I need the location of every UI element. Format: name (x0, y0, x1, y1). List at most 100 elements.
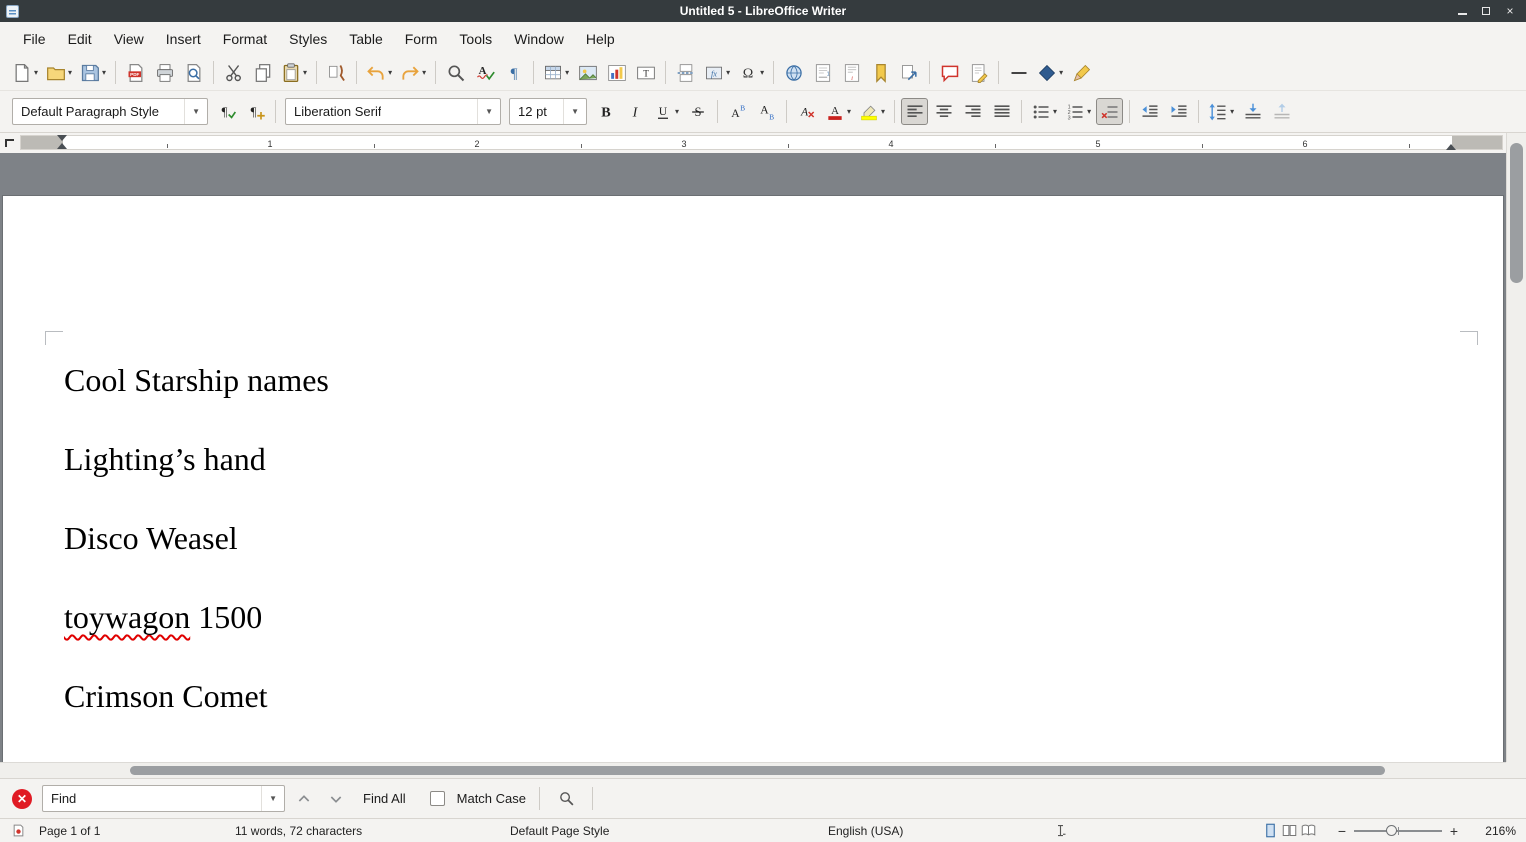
paragraph[interactable]: Disco Weasel (64, 519, 1443, 557)
insert-endnote-button[interactable] (838, 59, 865, 86)
cut-button[interactable] (220, 59, 247, 86)
superscript-button[interactable] (724, 98, 751, 125)
copy-button[interactable] (249, 59, 276, 86)
menu-view[interactable]: View (103, 26, 155, 52)
strikethrough-button[interactable] (684, 98, 711, 125)
menu-tools[interactable]: Tools (448, 26, 503, 52)
track-changes-button[interactable] (965, 59, 992, 86)
bold-button[interactable] (592, 98, 619, 125)
insert-chart-button[interactable] (603, 59, 630, 86)
find-and-replace-button[interactable] (442, 59, 469, 86)
insert-special-character-button[interactable]: ▾ (735, 59, 767, 86)
dropdown-arrow-icon[interactable]: ▼ (184, 99, 207, 124)
page-style-status[interactable]: Default Page Style (510, 824, 828, 838)
restore-button[interactable] (1479, 4, 1493, 18)
indent-marker-left[interactable] (57, 135, 67, 149)
menu-window[interactable]: Window (503, 26, 575, 52)
align-left-button[interactable] (901, 98, 928, 125)
find-next-button[interactable] (323, 786, 349, 812)
dropdown-arrow-icon[interactable]: ▾ (34, 68, 38, 77)
dropdown-arrow-icon[interactable]: ▼ (477, 99, 500, 124)
update-style-button[interactable] (213, 98, 240, 125)
paragraph[interactable]: Crimson Comet (64, 677, 1443, 715)
word-count-status[interactable]: 11 words, 72 characters (235, 824, 510, 838)
match-case-checkbox[interactable] (430, 791, 445, 806)
spelling-button[interactable] (471, 59, 498, 86)
dropdown-arrow-icon[interactable]: ▾ (102, 68, 106, 77)
paste-button[interactable]: ▾ (278, 59, 310, 86)
line-spacing-button[interactable]: ▾ (1205, 98, 1237, 125)
font-size-combobox[interactable]: 12 pt▼ (509, 98, 587, 125)
vertical-scrollbar-thumb[interactable] (1510, 143, 1523, 283)
document-area[interactable]: Cool Starship names Lighting’s hand Disco … (0, 153, 1506, 762)
zoom-in-button[interactable]: + (1446, 823, 1462, 839)
insert-page-break-button[interactable] (672, 59, 699, 86)
paragraph[interactable]: toywagon 1500 (64, 598, 1443, 636)
insert-horizontal-line-button[interactable] (1005, 59, 1032, 86)
paragraph[interactable]: Cool Starship names (64, 361, 1443, 399)
dropdown-arrow-icon[interactable]: ▾ (422, 68, 426, 77)
dropdown-arrow-icon[interactable]: ▾ (68, 68, 72, 77)
menu-table[interactable]: Table (338, 26, 393, 52)
close-find-bar-button[interactable]: ✕ (12, 789, 32, 809)
show-draw-functions-button[interactable] (1068, 59, 1095, 86)
vertical-scrollbar[interactable] (1506, 133, 1526, 762)
horizontal-scrollbar[interactable] (0, 762, 1506, 778)
increase-paragraph-spacing-button[interactable] (1239, 98, 1266, 125)
clone-formatting-button[interactable] (323, 59, 350, 86)
new-document-button[interactable]: ▾ (9, 59, 41, 86)
dropdown-arrow-icon[interactable]: ▾ (388, 68, 392, 77)
menu-styles[interactable]: Styles (278, 26, 338, 52)
titlebar[interactable]: Untitled 5 - LibreOffice Writer × (0, 0, 1526, 22)
page-number-status[interactable]: Page 1 of 1 (39, 824, 235, 838)
dropdown-arrow-icon[interactable]: ▾ (760, 68, 764, 77)
insert-footnote-button[interactable] (809, 59, 836, 86)
unordered-list-button[interactable]: ▾ (1028, 98, 1060, 125)
open-file-button[interactable]: ▾ (43, 59, 75, 86)
find-input[interactable] (43, 791, 261, 806)
increase-indent-button[interactable] (1165, 98, 1192, 125)
dropdown-arrow-icon[interactable]: ▾ (1059, 68, 1063, 77)
paragraph-style-combobox[interactable]: Default Paragraph Style▼ (12, 98, 208, 125)
horizontal-scrollbar-thumb[interactable] (130, 766, 1385, 775)
dropdown-arrow-icon[interactable]: ▾ (1230, 107, 1234, 116)
dropdown-arrow-icon[interactable]: ▾ (675, 107, 679, 116)
horizontal-ruler[interactable]: 123456 (0, 133, 1506, 153)
book-view-icon[interactable] (1301, 823, 1316, 838)
right-indent-marker[interactable] (1446, 144, 1456, 150)
find-previous-button[interactable] (291, 786, 317, 812)
paragraph[interactable]: Lighting’s hand (64, 440, 1443, 478)
menu-help[interactable]: Help (575, 26, 626, 52)
clear-formatting-button[interactable] (793, 98, 820, 125)
minimize-button[interactable] (1455, 4, 1469, 18)
dropdown-arrow-icon[interactable]: ▾ (881, 107, 885, 116)
formatting-marks-button[interactable] (500, 59, 527, 86)
underline-button[interactable]: ▾ (650, 98, 682, 125)
selection-mode-icon[interactable] (1053, 823, 1068, 838)
align-center-button[interactable] (930, 98, 957, 125)
insert-image-button[interactable] (574, 59, 601, 86)
find-input-combobox[interactable]: ▼ (42, 785, 285, 812)
menu-form[interactable]: Form (394, 26, 449, 52)
print-button[interactable] (151, 59, 178, 86)
font-name-combobox[interactable]: Liberation Serif▼ (285, 98, 501, 125)
insert-bookmark-button[interactable] (867, 59, 894, 86)
align-justify-button[interactable] (988, 98, 1015, 125)
language-status[interactable]: English (USA) (828, 824, 1053, 838)
tab-stop-type-selector[interactable] (5, 139, 14, 147)
multi-page-view-icon[interactable] (1282, 823, 1297, 838)
menu-edit[interactable]: Edit (57, 26, 103, 52)
single-page-view-icon[interactable] (1263, 823, 1278, 838)
decrease-indent-button[interactable] (1136, 98, 1163, 125)
dropdown-arrow-icon[interactable]: ▾ (726, 68, 730, 77)
insert-textbox-button[interactable] (632, 59, 659, 86)
insert-field-button[interactable]: ▾ (701, 59, 733, 86)
find-all-button[interactable]: Find All (355, 786, 414, 811)
insert-hyperlink-button[interactable] (780, 59, 807, 86)
zoom-slider-thumb[interactable] (1386, 825, 1397, 836)
export-pdf-button[interactable] (122, 59, 149, 86)
dropdown-arrow-icon[interactable]: ▼ (563, 99, 586, 124)
zoom-level[interactable]: 216% (1470, 824, 1516, 838)
document-text[interactable]: Cool Starship names Lighting’s hand Disco … (64, 361, 1443, 756)
redo-button[interactable]: ▾ (397, 59, 429, 86)
